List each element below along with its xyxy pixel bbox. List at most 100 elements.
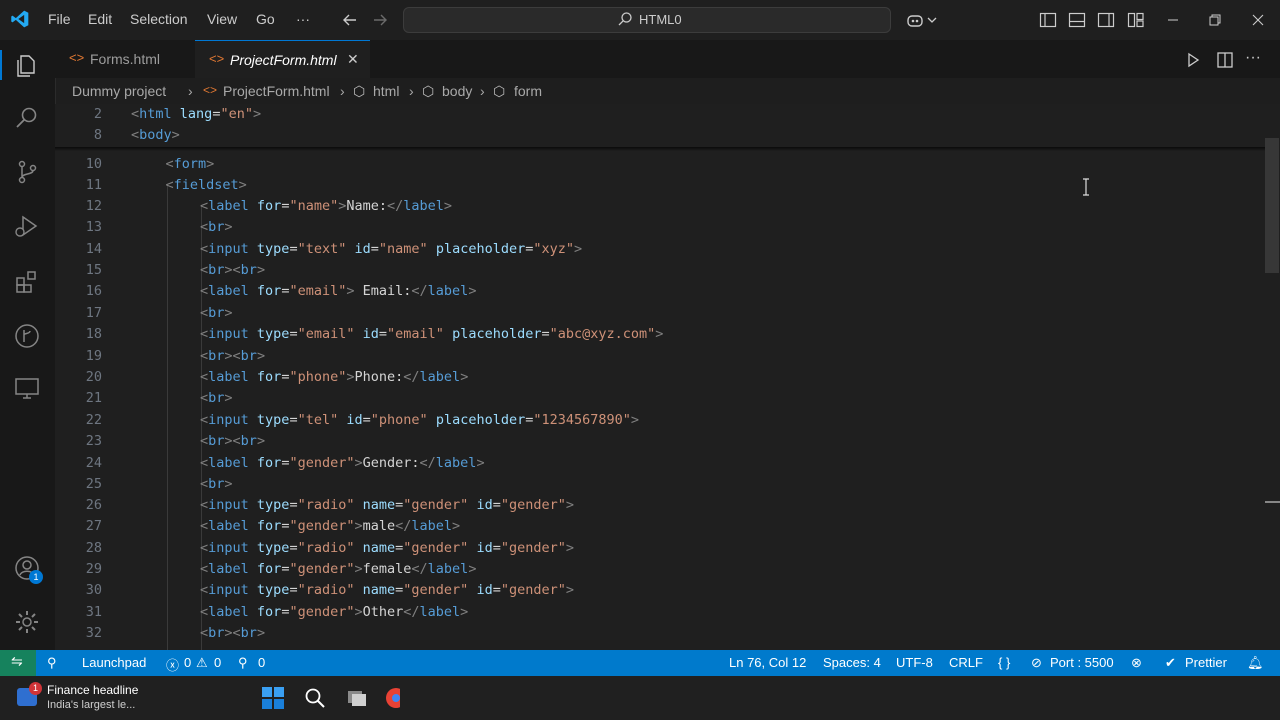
menu-file[interactable]: File [48,11,71,27]
toggle-primary-sidebar-icon[interactable] [1038,10,1058,30]
forward-arrow-icon[interactable] [370,10,390,30]
code-line[interactable]: 8 <body> [55,125,1265,146]
code-line[interactable]: 30 <input type="radio" name="gender" id="… [55,580,1265,601]
scrollbar-thumb[interactable] [1265,138,1279,273]
menu-view[interactable]: View [207,11,237,27]
git-graph-icon[interactable] [13,322,41,350]
code-line[interactable]: 16 <label for="email"> Email:</label> [55,281,1265,302]
run-icon[interactable] [1185,52,1201,68]
code-line[interactable]: 18 <input type="email" id="email" placeho… [55,324,1265,345]
code-line[interactable]: 31 <label for="gender">Other</label> [55,602,1265,623]
breadcrumb-file[interactable]: ProjectForm.html [223,83,330,99]
error-count[interactable]: 0 [184,655,191,670]
code-token: < [200,305,209,321]
close-window-icon[interactable] [1248,10,1268,30]
code-text: <br><br> [200,431,265,452]
customize-layout-icon[interactable] [1126,10,1146,30]
menu-more[interactable]: ··· [296,11,310,27]
line-number: 18 [85,326,102,342]
code-line[interactable]: 27 <label for="gender">male</label> [55,516,1265,537]
code-line[interactable]: 14 <input type="text" id="name" placehold… [55,239,1265,260]
code-line[interactable]: 2 <html lang="en"> [55,104,1265,125]
task-view-icon[interactable] [346,687,368,709]
breadcrumb-form[interactable]: form [514,83,542,99]
code-token: type [256,540,290,556]
gear-icon[interactable] [13,608,41,636]
code-line[interactable]: 13 <br> [55,217,1265,238]
toggle-secondary-sidebar-icon[interactable] [1096,10,1116,30]
code-line[interactable]: 12 <label for="name">Name:</label> [55,196,1265,217]
encoding[interactable]: UTF-8 [896,655,933,670]
code-line[interactable]: 15 <br><br> [55,260,1265,281]
code-line[interactable]: 10 <form> [55,154,1265,175]
bell-icon[interactable]: 🔔︎ [1247,655,1264,671]
back-arrow-icon[interactable] [340,10,360,30]
restore-icon[interactable] [1205,10,1225,30]
breadcrumb-folder[interactable]: Dummy project [72,83,166,99]
explorer-icon[interactable] [13,52,41,80]
code-line[interactable]: 29 <label for="gender">female</label> [55,559,1265,580]
run-debug-icon[interactable] [13,212,41,240]
tab-forms-html[interactable]: <> Forms.html [55,40,195,78]
code-line[interactable]: 19 <br><br> [55,346,1265,367]
live-server-port[interactable]: Port : 5500 [1050,655,1114,670]
code-token: > [206,156,215,172]
extensions-icon[interactable] [13,268,41,296]
remote-explorer-icon[interactable] [13,374,41,402]
ports-count[interactable]: 0 [258,655,265,670]
code-line[interactable]: 20 <label for="phone">Phone:</label> [55,367,1265,388]
windows-start-icon[interactable] [262,687,284,709]
search-icon[interactable] [13,104,41,132]
minimize-icon[interactable] [1163,10,1183,30]
code-text: <label for="gender">Other</label> [200,602,468,623]
copilot-icon[interactable] [905,10,925,30]
code-line[interactable]: 11 <fieldset> [55,175,1265,196]
code-token: < [131,127,140,143]
prettier-label[interactable]: Prettier [1185,655,1227,670]
news-headline[interactable]: Finance headline [47,683,138,697]
menu-go[interactable]: Go [256,11,275,27]
code-line[interactable]: 21 <br> [55,388,1265,409]
cursor-position[interactable]: Ln 76, Col 12 [729,655,806,670]
chevron-down-icon[interactable] [925,10,939,30]
search-icon[interactable] [304,687,326,709]
close-icon[interactable]: ✕ [347,51,359,68]
command-center-search[interactable]: HTML0 [403,7,891,33]
more-actions-icon[interactable]: ··· [1245,49,1261,67]
code-editor[interactable]: 2 <html lang="en"> 8 <body> 10 <form> 11 <field… [55,104,1280,650]
code-line[interactable]: 26 <input type="radio" name="gender" id="… [55,495,1265,516]
chrome-icon[interactable] [384,687,400,709]
menu-edit[interactable]: Edit [88,11,112,27]
source-control-icon[interactable] [13,158,41,186]
code-token: < [200,219,209,235]
code-token: > [354,518,363,534]
warning-count[interactable]: 0 [214,655,221,670]
tab-projectform-html[interactable]: <> ProjectForm.html ✕ [195,40,370,78]
end-of-line[interactable]: CRLF [949,655,983,670]
toggle-panel-icon[interactable] [1067,10,1087,30]
code-token: > [460,369,469,385]
line-number: 23 [85,433,102,449]
split-editor-icon[interactable] [1216,51,1234,69]
code-token: "gender" [289,455,355,471]
launchpad-label[interactable]: Launchpad [82,655,146,670]
news-subtitle[interactable]: India's largest le... [47,699,135,711]
code-line[interactable]: 22 <input type="tel" id="phone" placehold… [55,410,1265,431]
indentation[interactable]: Spaces: 4 [823,655,881,670]
code-line[interactable]: 32 <br><br> [55,623,1265,644]
code-line[interactable]: 24 <label for="gender">Gender:</label> [55,453,1265,474]
code-token: > [224,390,233,406]
code-line[interactable]: 17 <br> [55,303,1265,324]
menu-selection[interactable]: Selection [130,11,188,27]
broadcast-icon[interactable]: ⊗ [1131,655,1142,671]
breadcrumb-html[interactable]: html [373,83,399,99]
code-line[interactable]: 23 <br><br> [55,431,1265,452]
code-line[interactable]: 25 <br> [55,474,1265,495]
remote-indicator[interactable]: ⇋ [0,650,36,676]
breadcrumb-body[interactable]: body [442,83,472,99]
code-token: input [208,582,249,598]
language-mode[interactable]: { } [998,655,1010,670]
code-line[interactable]: 28 <input type="radio" name="gender" id="… [55,538,1265,559]
